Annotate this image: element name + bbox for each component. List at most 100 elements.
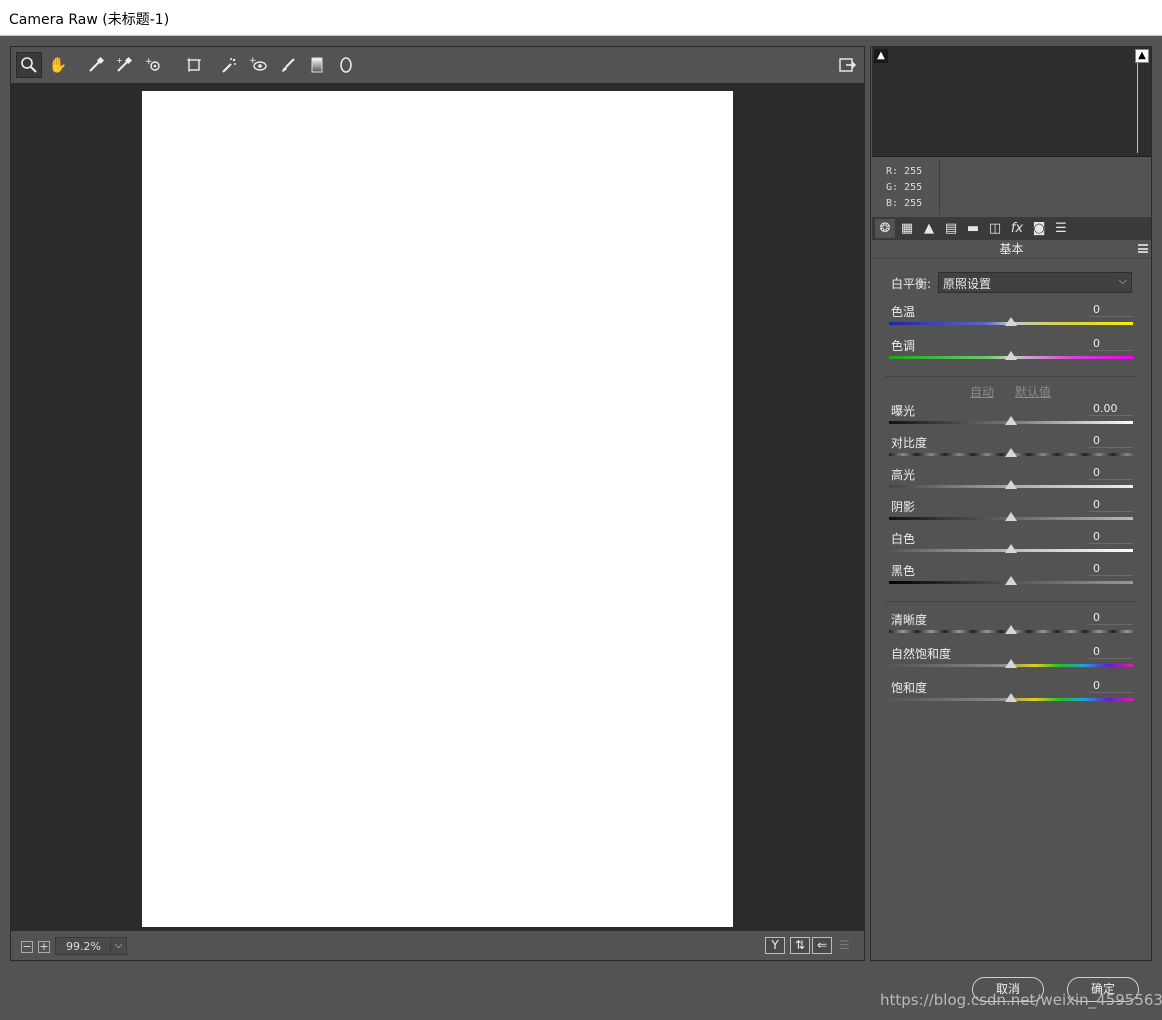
highlights-thumb[interactable]	[1005, 480, 1017, 489]
exposure-value[interactable]: 0.00	[1089, 402, 1133, 416]
vibrance-thumb[interactable]	[1005, 659, 1017, 668]
highlights-label: 高光	[891, 468, 916, 482]
highlights-slider[interactable]: 高光 0	[889, 466, 1133, 496]
toggle-settings-icon[interactable]: ☰	[839, 938, 855, 952]
exposure-slider[interactable]: 曝光 0.00	[889, 402, 1133, 432]
auto-link[interactable]: 自动	[970, 383, 994, 400]
shadows-thumb[interactable]	[1005, 512, 1017, 521]
zoom-out-button[interactable]: −	[21, 941, 33, 953]
transform-tool-button[interactable]	[181, 52, 207, 78]
blacks-value[interactable]: 0	[1089, 562, 1133, 576]
shadows-slider[interactable]: 阴影 0	[889, 498, 1133, 528]
aperture-icon: ❂	[879, 221, 891, 236]
zoom-tool-button[interactable]	[16, 52, 42, 78]
hand-tool-button[interactable]: ✋	[45, 52, 71, 78]
status-bar: − + 99.2% ⌵ Y ⇅ ⇐ ☰	[11, 931, 864, 960]
white-balance-label: 白平衡:	[891, 277, 932, 291]
zoom-in-button[interactable]: +	[38, 941, 50, 953]
graduated-filter-tool-button[interactable]	[304, 52, 330, 78]
temperature-slider[interactable]: 色温 0	[889, 303, 1133, 333]
white-balance-tool-button[interactable]	[83, 52, 109, 78]
chevron-down-icon[interactable]: ⌵	[110, 938, 126, 954]
tab-effects[interactable]: fx	[1007, 219, 1027, 238]
tab-tone-curve[interactable]: ▦	[897, 219, 917, 238]
saturation-thumb[interactable]	[1005, 693, 1017, 702]
temperature-value[interactable]: 0	[1089, 303, 1133, 317]
tab-calibration[interactable]: ◙	[1029, 219, 1049, 238]
whites-slider[interactable]: 白色 0	[889, 530, 1133, 560]
swap-settings-button[interactable]: ⇅	[790, 937, 810, 954]
readout-b: B: 255	[886, 198, 923, 209]
adjustments-panel: ▲ ▲ R: 255 G: 255 B: 255 ❂ ▦ ▲ ▤ ▬ ◫ fx …	[870, 46, 1152, 961]
contrast-value[interactable]: 0	[1089, 434, 1133, 448]
exposure-thumb[interactable]	[1005, 416, 1017, 425]
contrast-slider[interactable]: 对比度 0	[889, 434, 1133, 464]
white-balance-select[interactable]: 原照设置 ⌵	[938, 272, 1132, 293]
blacks-slider[interactable]: 黑色 0	[889, 562, 1133, 592]
targeted-adjust-tool-button[interactable]: +	[141, 52, 167, 78]
radial-filter-tool-button[interactable]	[333, 52, 359, 78]
tab-split-toning[interactable]: ▬	[963, 219, 983, 238]
color-sampler-icon: +	[116, 56, 133, 72]
svg-text:+: +	[145, 57, 153, 67]
clarity-thumb[interactable]	[1005, 625, 1017, 634]
tab-detail[interactable]: ▲	[919, 219, 939, 238]
whites-value[interactable]: 0	[1089, 530, 1133, 544]
fullscreen-toggle-button[interactable]	[834, 52, 860, 78]
tab-lens[interactable]: ◫	[985, 219, 1005, 238]
svg-text:+: +	[116, 56, 123, 65]
temperature-label: 色温	[891, 305, 916, 319]
shadows-label: 阴影	[891, 500, 916, 514]
auto-default-row: 自动 默认值	[871, 383, 1153, 399]
vibrance-label: 自然饱和度	[891, 647, 952, 661]
tab-presets[interactable]: ☰	[1051, 219, 1071, 238]
tint-slider[interactable]: 色调 0	[889, 337, 1133, 367]
highlight-clipping-toggle[interactable]: ▲	[1135, 49, 1149, 63]
exposure-label: 曝光	[891, 404, 916, 418]
panel-tabs: ❂ ▦ ▲ ▤ ▬ ◫ fx ◙ ☰	[872, 217, 1151, 240]
panel-menu-icon[interactable]	[1138, 244, 1148, 253]
image-canvas	[142, 91, 733, 927]
white-balance-value: 原照设置	[943, 277, 992, 291]
image-preview[interactable]	[11, 83, 864, 931]
brush-tool-button[interactable]	[275, 52, 301, 78]
vibrance-slider[interactable]: 自然饱和度 0	[889, 645, 1133, 675]
tab-hsl[interactable]: ▤	[941, 219, 961, 238]
vibrance-value[interactable]: 0	[1089, 645, 1133, 659]
plus-icon: +	[39, 940, 49, 953]
spot-removal-icon	[222, 58, 236, 73]
before-after-view-button[interactable]: Y	[765, 937, 785, 954]
rgb-readout: R: 255 G: 255 B: 255	[872, 160, 940, 214]
saturation-slider[interactable]: 饱和度 0	[889, 679, 1133, 709]
clarity-slider[interactable]: 清晰度 0	[889, 611, 1133, 641]
clarity-value[interactable]: 0	[1089, 611, 1133, 625]
minus-icon: −	[22, 940, 32, 953]
shadows-value[interactable]: 0	[1089, 498, 1133, 512]
tint-label: 色调	[891, 339, 916, 353]
color-sampler-tool-button[interactable]: +	[111, 52, 137, 78]
blacks-thumb[interactable]	[1005, 576, 1017, 585]
red-eye-tool-button[interactable]: +	[245, 52, 271, 78]
panel-title: 基本	[999, 242, 1024, 256]
tint-value[interactable]: 0	[1089, 337, 1133, 351]
default-link[interactable]: 默认值	[1015, 383, 1051, 400]
window-titlebar: Camera Raw (未标题-1)	[0, 0, 1162, 36]
tab-basic[interactable]: ❂	[875, 219, 895, 238]
targeted-adjust-icon: +	[145, 57, 160, 71]
temperature-thumb[interactable]	[1005, 317, 1017, 326]
white-balance-icon	[89, 56, 105, 72]
contrast-thumb[interactable]	[1005, 448, 1017, 457]
sliders-icon: ☰	[1055, 221, 1067, 236]
whites-thumb[interactable]	[1005, 544, 1017, 553]
tint-thumb[interactable]	[1005, 351, 1017, 360]
shadow-clipping-toggle[interactable]: ▲	[874, 49, 888, 63]
spot-removal-tool-button[interactable]	[216, 52, 242, 78]
saturation-value[interactable]: 0	[1089, 679, 1133, 693]
preview-area: ✋ + + + − + 99.2% ⌵ Y ⇅ ⇐ ☰	[10, 46, 865, 961]
red-eye-icon: +	[249, 56, 267, 71]
highlights-value[interactable]: 0	[1089, 466, 1133, 480]
camera-icon: ◙	[1032, 221, 1046, 236]
bars-icon: ▬	[966, 221, 980, 236]
zoom-level-select[interactable]: 99.2% ⌵	[55, 937, 127, 955]
copy-settings-button[interactable]: ⇐	[812, 937, 832, 954]
